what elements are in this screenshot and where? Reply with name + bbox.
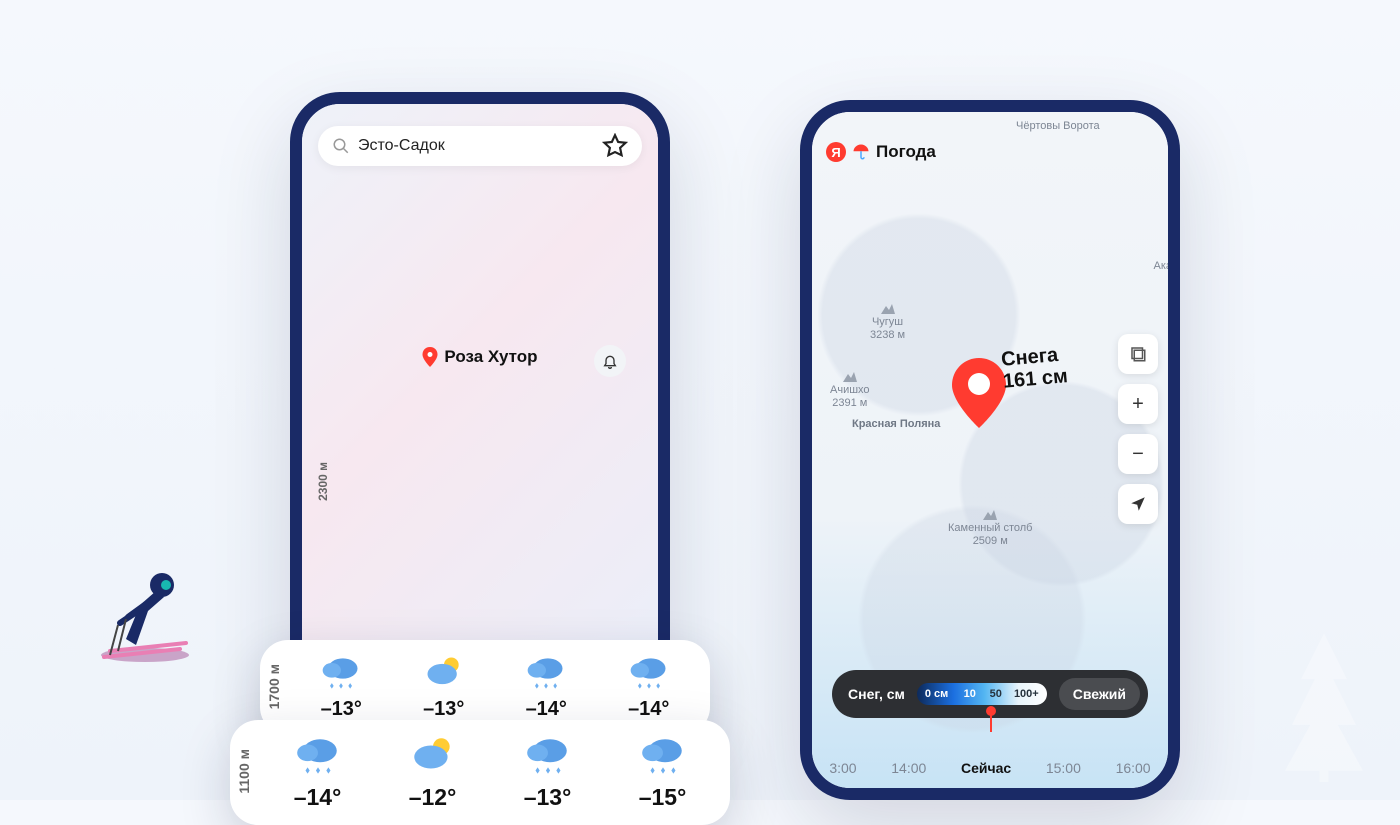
- search-text: Эсто-Садок: [358, 137, 602, 155]
- timeline[interactable]: 3:00 14:00 Сейчас 15:00 16:00: [812, 760, 1168, 776]
- map-label-chugush: Чугуш 3238 м: [870, 304, 905, 342]
- wx-cell: –14°: [598, 652, 701, 721]
- peak-icon: [881, 304, 895, 314]
- map-label-krasnaya-polyana: Красная Поляна: [852, 418, 940, 431]
- legend-gradient: 0 см 10 50 100+: [917, 683, 1047, 705]
- peak-alt: 2509 м: [948, 535, 1032, 548]
- peak-name: Ачишхо: [830, 384, 870, 397]
- map-zoom-in-button[interactable]: +: [1118, 384, 1158, 424]
- snow-icon: [627, 652, 671, 696]
- timeline-tick[interactable]: 15:00: [1046, 760, 1081, 776]
- peak-icon: [843, 372, 857, 382]
- bell-icon: [602, 353, 618, 369]
- snow-icon: [638, 732, 688, 782]
- map-controls: + −: [1118, 334, 1158, 524]
- map-label-kamenny-stolb: Каменный столб 2509 м: [948, 510, 1032, 548]
- wx-cell: –12°: [375, 732, 490, 811]
- timeline-tick[interactable]: 16:00: [1116, 760, 1151, 776]
- map-label-aka: Ака: [1153, 260, 1172, 273]
- peak-alt: 2391 м: [830, 397, 870, 410]
- sun-cloud-icon: [408, 732, 458, 782]
- snow-icon: [293, 732, 343, 782]
- snow-icon: [524, 652, 568, 696]
- search-bar[interactable]: Эсто-Садок: [318, 126, 642, 166]
- timeline-tick[interactable]: 3:00: [829, 760, 856, 776]
- search-icon: [332, 137, 350, 155]
- peak-name: Каменный столб: [948, 522, 1032, 535]
- legend-stop: 0 см: [925, 688, 948, 700]
- timeline-tick-now[interactable]: Сейчас: [961, 760, 1011, 776]
- yandex-logo-icon: Я: [826, 142, 846, 162]
- map-label-chertovy-vorota: Чёртовы Ворота: [1016, 120, 1100, 133]
- skier-illustration: [90, 555, 200, 665]
- timeline-tick[interactable]: 14:00: [891, 760, 926, 776]
- legend-label: Снег, см: [848, 686, 905, 702]
- snow-icon: [523, 732, 573, 782]
- map-locate-button[interactable]: [1118, 484, 1158, 524]
- peak-icon: [983, 510, 997, 520]
- map-layers-button[interactable]: [1118, 334, 1158, 374]
- legend-stop: 100+: [1014, 688, 1039, 700]
- wx-cell: –13°: [290, 652, 393, 721]
- wx-cell: –13°: [393, 652, 496, 721]
- wx-cell: –14°: [260, 732, 375, 811]
- timeline-now-marker: [990, 714, 992, 732]
- location-arrow-icon: [1129, 495, 1147, 513]
- umbrella-icon: [852, 143, 870, 161]
- snow-icon: [319, 652, 363, 696]
- wx-cell: –15°: [605, 732, 720, 811]
- pin-icon: [422, 347, 438, 367]
- tree-illustration: [1264, 622, 1384, 782]
- fresh-snow-button[interactable]: Свежий: [1059, 678, 1140, 710]
- map-zoom-out-button[interactable]: −: [1118, 434, 1158, 474]
- alt-label: 1100 м: [236, 749, 260, 794]
- notification-bell-button[interactable]: [594, 345, 626, 377]
- peak-name: Чугуш: [870, 316, 905, 329]
- wx-cell: –14°: [495, 652, 598, 721]
- minus-icon: −: [1132, 443, 1144, 466]
- snow-depth-label: Снега 161 см: [1000, 343, 1068, 392]
- sun-cloud-icon: [422, 652, 466, 696]
- phone-map: Я Погода Чёртовы Ворота Ака Чугуш 3238 м…: [800, 100, 1180, 800]
- map-pin-icon[interactable]: [952, 358, 1006, 428]
- layers-icon: [1129, 345, 1147, 363]
- wx-cell: –13°: [490, 732, 605, 811]
- favorite-star-icon[interactable]: [602, 133, 628, 159]
- alt-label: 1700 м: [266, 664, 290, 709]
- peak-alt: 3238 м: [870, 329, 905, 342]
- altitude-row-1100: 1100 м –14° –12° –13° –15°: [230, 720, 730, 825]
- plus-icon: +: [1132, 393, 1144, 416]
- map-label-achishkho: Ачишхо 2391 м: [830, 372, 870, 410]
- alt-label: 2300 м: [316, 462, 336, 501]
- legend-stop: 50: [990, 688, 1002, 700]
- brand-name: Погода: [876, 142, 936, 162]
- resort-name: Роза Хутор: [444, 347, 537, 367]
- brand-logo: Я Погода: [826, 142, 936, 162]
- legend-stop: 10: [964, 688, 976, 700]
